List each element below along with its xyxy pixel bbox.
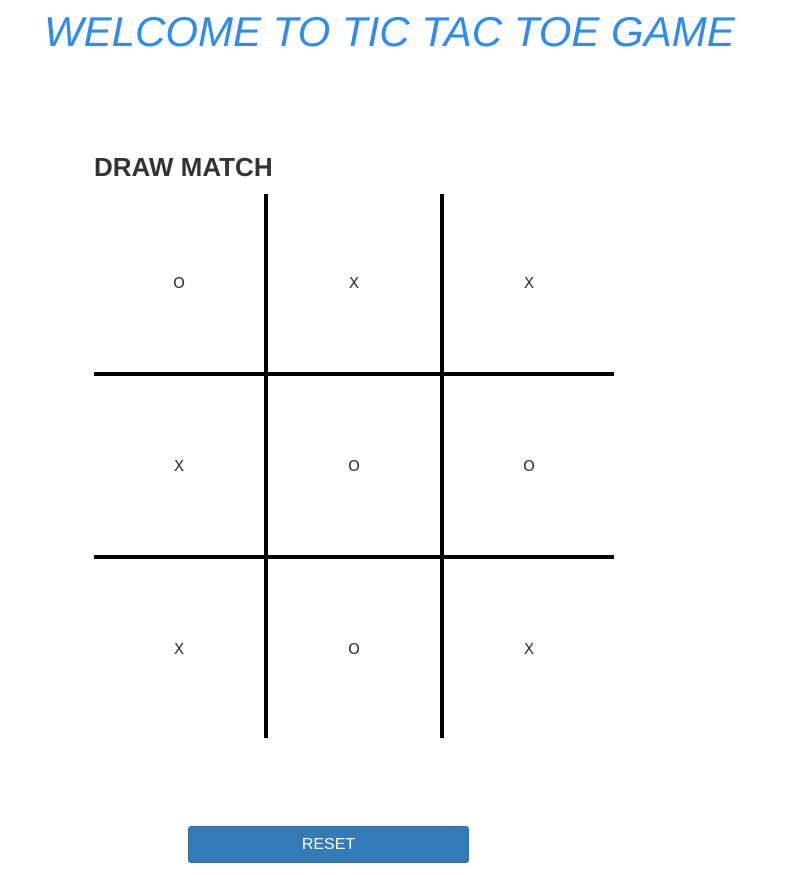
board-cell-9[interactable]: X bbox=[444, 559, 614, 738]
game-board: O X X X O O X O X bbox=[94, 194, 614, 738]
board-cell-1[interactable]: O bbox=[94, 194, 264, 372]
board-cell-7[interactable]: X bbox=[94, 559, 264, 738]
grid-line-vertical-2 bbox=[440, 194, 444, 738]
grid-line-horizontal-2 bbox=[94, 555, 614, 559]
game-status: DRAW MATCH bbox=[94, 152, 273, 182]
grid-line-vertical-1 bbox=[264, 194, 268, 738]
game-page: WELCOME TO TIC TAC TOE GAME DRAW MATCH O… bbox=[0, 0, 804, 875]
board-cell-8[interactable]: O bbox=[268, 559, 440, 738]
board-cell-5[interactable]: O bbox=[268, 376, 440, 555]
board-cell-6[interactable]: O bbox=[444, 376, 614, 555]
page-title: WELCOME TO TIC TAC TOE GAME bbox=[44, 8, 735, 55]
board-cell-4[interactable]: X bbox=[94, 376, 264, 555]
grid-line-horizontal-1 bbox=[94, 372, 614, 376]
board-cell-3[interactable]: X bbox=[444, 194, 614, 372]
reset-button[interactable]: RESET bbox=[188, 826, 469, 863]
board-cell-2[interactable]: X bbox=[268, 194, 440, 372]
